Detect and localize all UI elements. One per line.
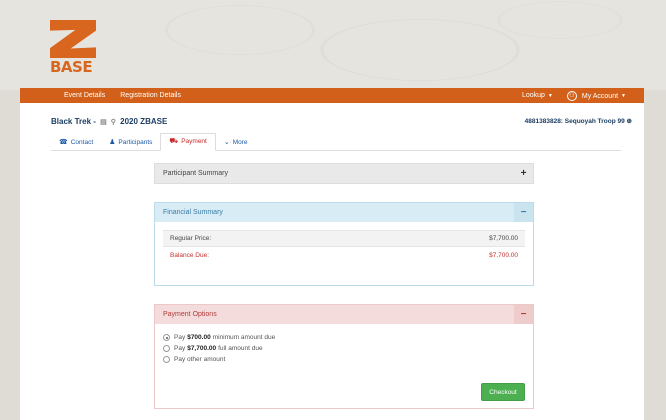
pay-other-option[interactable]: Pay other amount [163, 354, 525, 365]
pay-minimum-post: minimum amount due [212, 334, 276, 341]
tab-contact-label: Contact [70, 138, 94, 146]
regular-price-label: Regular Price: [170, 235, 212, 242]
pay-other-radio[interactable] [163, 356, 170, 363]
caret-down-icon: ▼ [621, 93, 626, 100]
regular-price-amount: $7,700.00 [489, 235, 518, 242]
payment-options-panel: Payment Options − Pay $700.00 minimum am… [154, 304, 534, 409]
user-circle-icon: ⚇ [566, 90, 577, 101]
pay-full-option[interactable]: Pay $7,700.00 full amount due [163, 343, 525, 354]
pay-full-post: full amount due [218, 345, 263, 352]
tab-participants-label: Participants [118, 138, 153, 146]
nav-event-details[interactable]: Event Details [64, 92, 105, 99]
tab-payment[interactable]: ⛟ Payment [160, 133, 216, 151]
z-logo-mark [50, 20, 96, 58]
pay-full-pre: Pay [174, 345, 186, 352]
pay-minimum-pre: Pay [174, 334, 186, 341]
page-title: Black Trek - ▤ ⚲ 2020 ZBASE [51, 117, 167, 126]
tab-more[interactable]: ⌄ More [216, 135, 256, 150]
calendar-icon[interactable]: ▤ [100, 119, 107, 126]
collapse-minus-icon[interactable]: − [514, 203, 533, 222]
balance-due-label: Balance Due: [170, 252, 210, 259]
cart-icon: ⛟ [169, 138, 179, 145]
account-reference-label: 4881383828: Sequoyah Troop 99 [524, 118, 625, 125]
balance-due-amount: $7,700.00 [489, 252, 518, 259]
account-reference[interactable]: 4881383828: Sequoyah Troop 99 ⊕ [525, 117, 632, 125]
regular-price-row: Regular Price: $7,700.00 [163, 230, 525, 247]
nav-lookup-dropdown[interactable]: Lookup ▼ [522, 92, 553, 99]
payment-options-title: Payment Options [163, 311, 217, 318]
top-navbar: Event Details Registration Details Looku… [20, 88, 644, 103]
nav-registration-details[interactable]: Registration Details [120, 92, 181, 99]
zbase-logo[interactable]: BASE [50, 20, 100, 76]
pay-full-radio[interactable] [163, 345, 170, 352]
tab-contact[interactable]: ☎ Contact [51, 135, 101, 150]
info-icon: ⊕ [626, 118, 632, 125]
balance-due-row: Balance Due: $7,700.00 [163, 247, 525, 264]
tab-more-label: More [232, 138, 248, 146]
financial-summary-title: Financial Summary [163, 209, 223, 216]
checkout-button[interactable]: Checkout [481, 383, 525, 401]
page-margin-left [0, 90, 20, 420]
pay-full-amount: $7,700.00 [187, 345, 217, 352]
nav-my-account-label: My Account [581, 92, 619, 100]
pay-other-label: Pay other amount [174, 356, 226, 363]
location-pin-icon[interactable]: ⚲ [111, 119, 116, 126]
participant-summary-panel: Participant Summary + [154, 163, 534, 184]
tab-bar: ☎ Contact ♟ Participants ⛟ Payment ⌄ Mor… [51, 133, 621, 151]
page-header: Black Trek - ▤ ⚲ 2020 ZBASE 4881383828: S… [51, 115, 632, 127]
pay-minimum-option[interactable]: Pay $700.00 minimum amount due [163, 332, 525, 343]
nav-lookup-label: Lookup [521, 92, 545, 99]
page-margin-right [644, 90, 666, 420]
chevron-down-icon: ⌄ [223, 139, 230, 146]
caret-down-icon: ▼ [547, 93, 553, 99]
main-content: Black Trek - ▤ ⚲ 2020 ZBASE 4881383828: S… [20, 103, 644, 420]
collapse-minus-icon[interactable]: − [514, 305, 533, 324]
contact-card-icon: ☎ [59, 139, 68, 146]
participant-summary-header[interactable]: Participant Summary + [155, 164, 533, 183]
logo-text: BASE [50, 58, 93, 76]
payment-options-header[interactable]: Payment Options − [155, 305, 533, 324]
payment-options-list: Pay $700.00 minimum amount due Pay $7,70… [155, 324, 533, 365]
pay-minimum-radio[interactable] [163, 334, 170, 341]
financial-summary-panel: Financial Summary − Regular Price: $7,70… [154, 202, 534, 286]
page-title-prefix: Black Trek - [51, 116, 96, 126]
person-icon: ♟ [109, 139, 116, 146]
nav-my-account-dropdown[interactable]: ⚇ My Account ▼ [566, 90, 626, 101]
participant-summary-title: Participant Summary [163, 170, 228, 177]
page-title-suffix: 2020 ZBASE [120, 116, 168, 126]
pay-minimum-amount: $700.00 [187, 334, 211, 341]
tab-payment-label: Payment [181, 138, 207, 145]
tab-participants[interactable]: ♟ Participants [101, 135, 160, 150]
expand-plus-icon[interactable]: + [514, 164, 533, 183]
financial-summary-header[interactable]: Financial Summary − [155, 203, 533, 222]
financial-table: Regular Price: $7,700.00 Balance Due: $7… [163, 230, 525, 264]
